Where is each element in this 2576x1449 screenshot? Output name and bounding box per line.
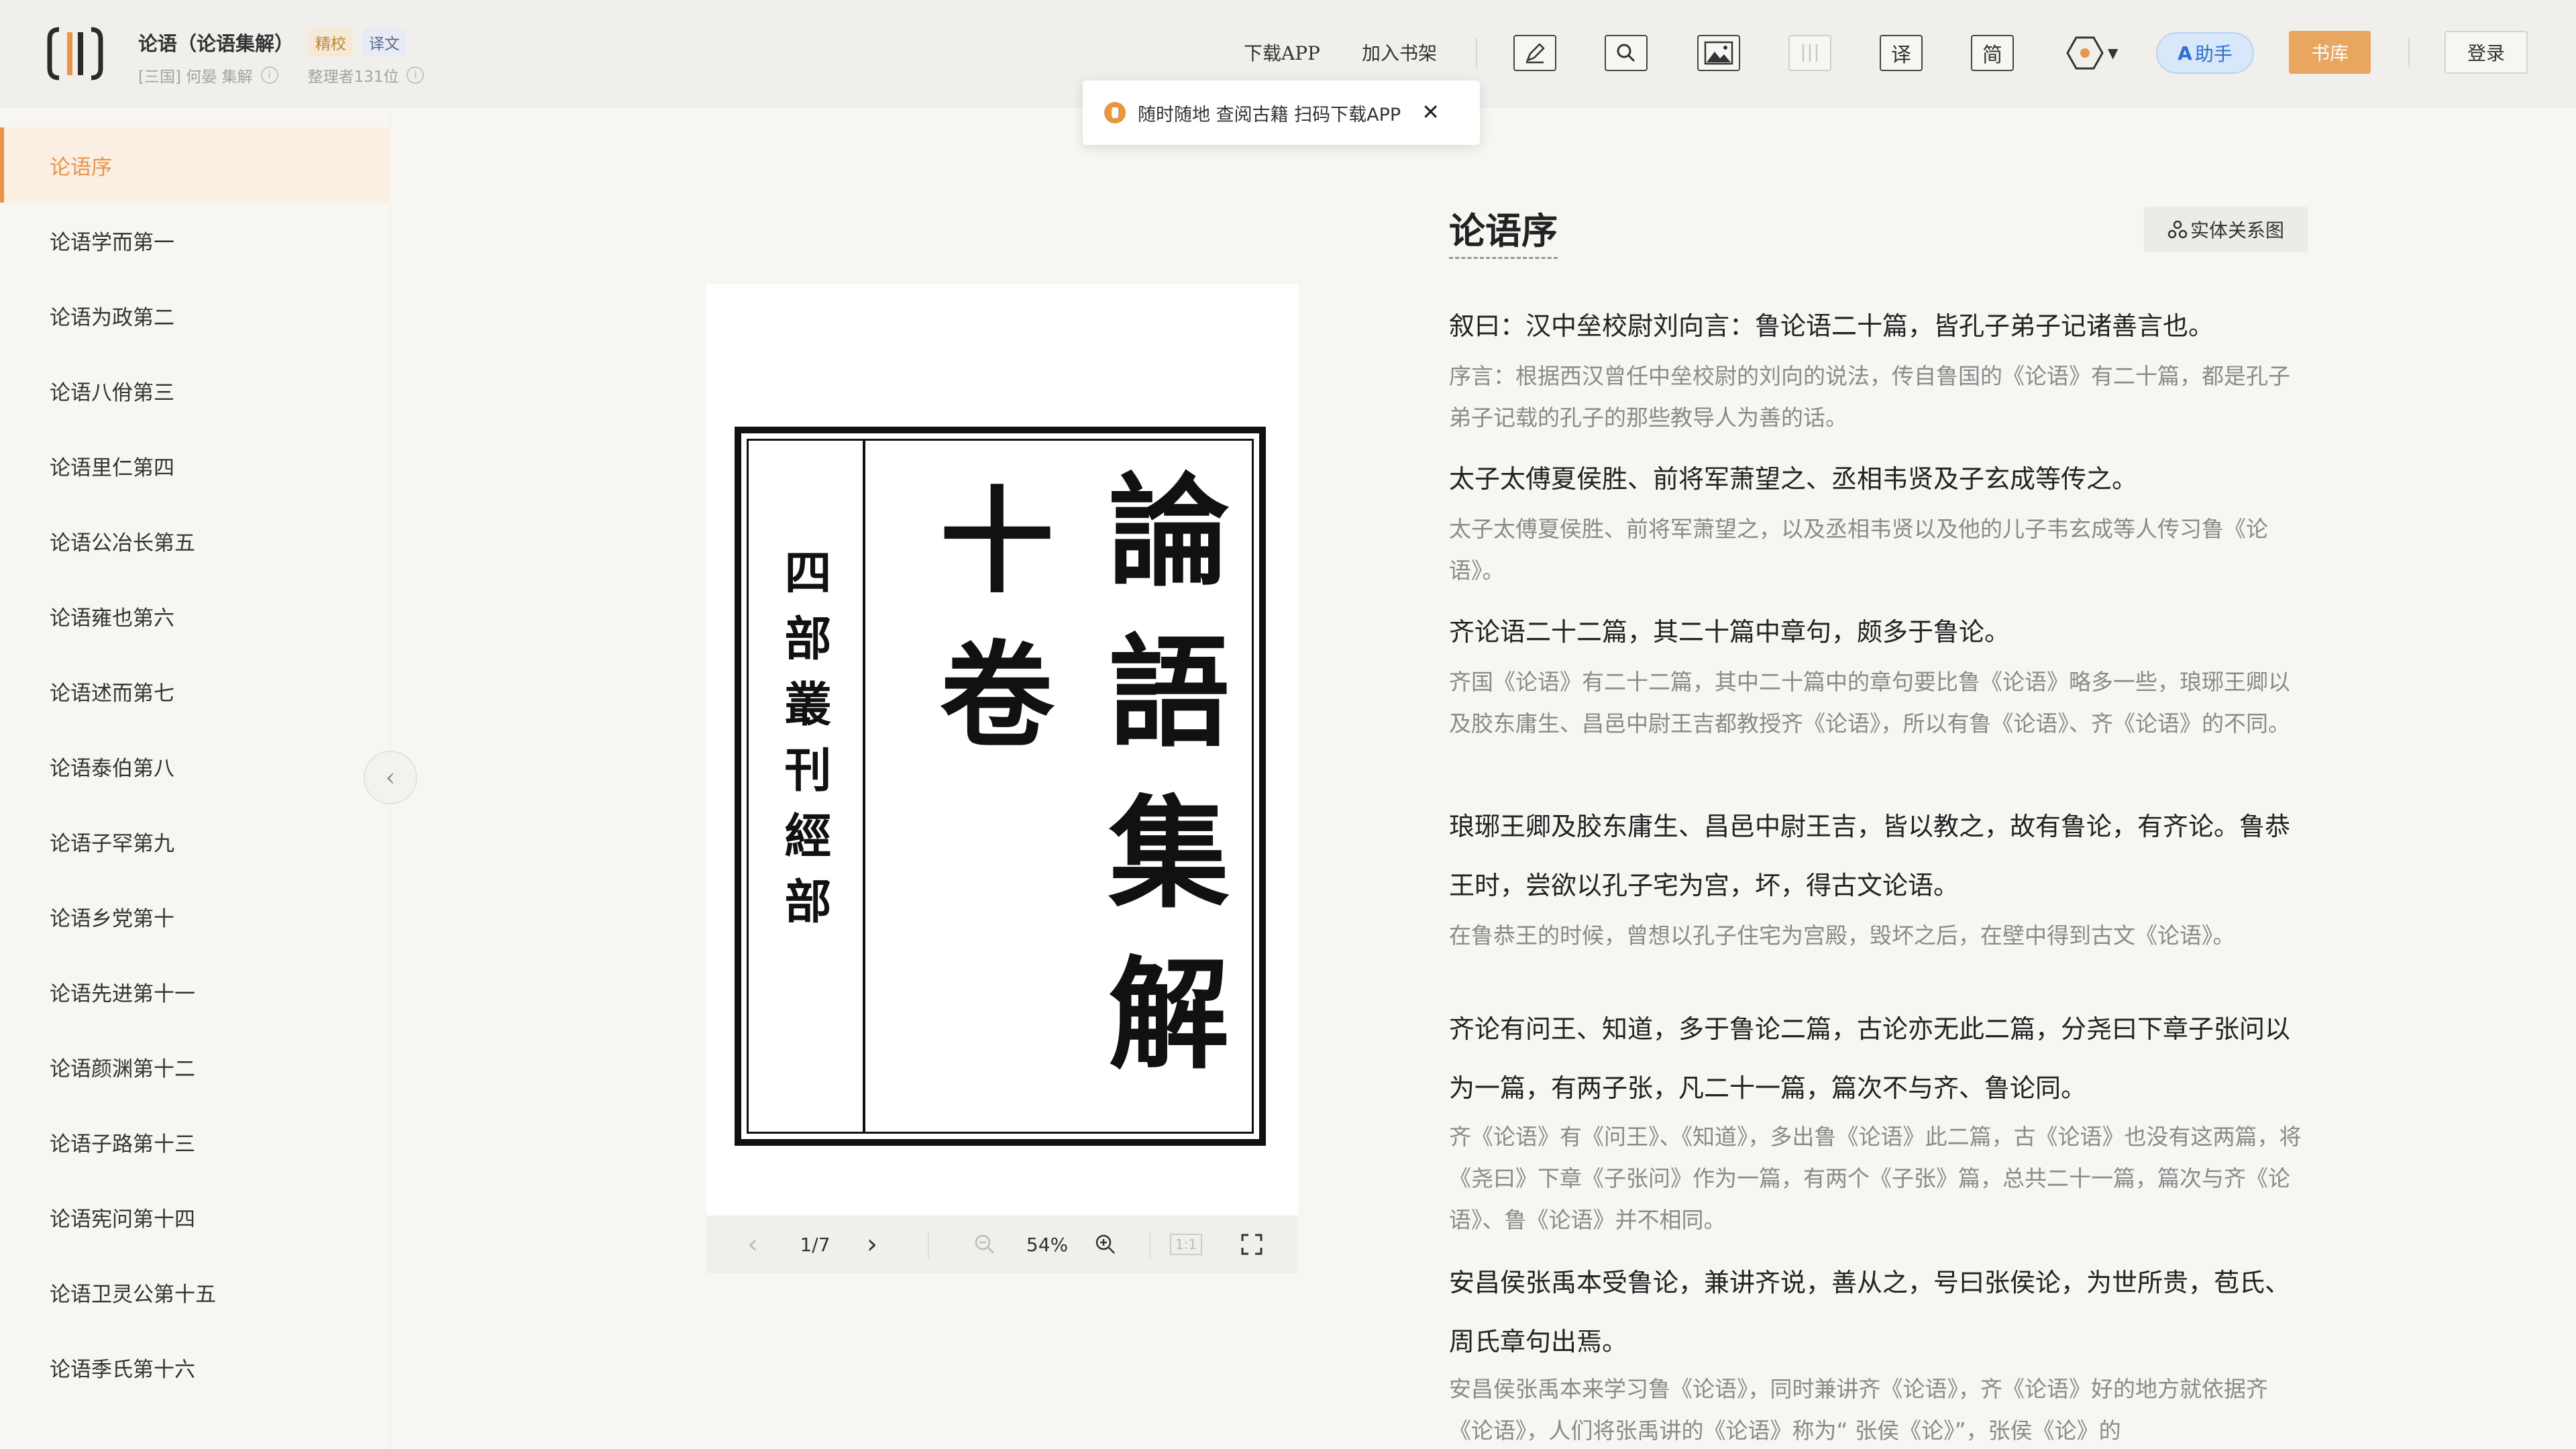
sidebar-item-chapter-11[interactable]: 论语先进第十一 [0, 954, 390, 1029]
assistant-label: 助手 [2194, 43, 2233, 65]
translation-text-2: 太子太傅夏侯胜、前将军萧望之，以及丞相韦贤以及他的儿子韦玄成等人传习鲁《论语》。 [1449, 516, 2268, 584]
translation-text-5: 齐《论语》有《问王》、《知道》，多出鲁《论语》此二篇，古《论语》也没有这两篇，将… [1449, 1124, 2302, 1233]
sidebar-item-chapter-10[interactable]: 论语乡党第十 [0, 879, 390, 954]
sidebar-item-chapter-7[interactable]: 论语述而第七 [0, 653, 390, 729]
site-logo-icon[interactable] [47, 25, 103, 82]
original-text-4[interactable]: 琅琊王卿及胶东庸生、昌邑中尉王吉，皆以教之，故有鲁论，有齐论。鲁恭王时，尝欲以孔… [1449, 797, 2309, 915]
scan-image-viewer[interactable]: 論語集解 十卷 四部叢刊經部 [706, 284, 1298, 1216]
search-button[interactable] [1605, 35, 1648, 71]
book-info: 论语（论语集解） 精校 译文 [三国] 何晏 集解 i 整理者131位 i [138, 27, 453, 89]
download-app-link[interactable]: 下载APP [1244, 39, 1320, 66]
theme-dropdown[interactable]: ▼ [2066, 35, 2121, 71]
editors-info-icon[interactable]: i [407, 66, 425, 84]
graph-icon [2167, 220, 2188, 239]
header-divider [1476, 38, 1477, 67]
book-title: 论语（论语集解） [138, 32, 294, 55]
annotate-pen-button[interactable] [1513, 35, 1556, 71]
app-icon [1104, 102, 1126, 123]
sidebar-item-chapter-15[interactable]: 论语卫灵公第十五 [0, 1254, 390, 1330]
chapter-title: 论语序 [1449, 201, 1558, 259]
prev-page-button[interactable]: ‹ [736, 1228, 769, 1261]
page-indicator: 1/7 [800, 1233, 830, 1256]
author-label: [三国] 何晏 集解 [138, 68, 253, 86]
chapter-sidebar: 论语序 论语学而第一 论语为政第二 论语八佾第三 论语里仁第四 论语公冶长第五 … [0, 108, 390, 1449]
collapse-sidebar-button[interactable]: ‹ [364, 751, 417, 804]
chevron-down-icon: ▼ [2108, 45, 2118, 61]
zoom-level: 54% [1026, 1233, 1069, 1256]
sidebar-item-chapter-3[interactable]: 论语八佾第三 [0, 353, 390, 428]
cover-calligraphy-side: 十卷 [920, 481, 1054, 790]
original-text-3[interactable]: 齐论语二十二篇，其二十篇中章句，颇多于鲁论。 [1449, 602, 2309, 661]
author-info-icon[interactable]: i [260, 66, 278, 84]
chevron-left-icon: ‹ [385, 763, 396, 792]
sidebar-item-chapter-1[interactable]: 论语学而第一 [0, 203, 390, 278]
ai-assistant-button[interactable]: A 助手 [2156, 32, 2254, 74]
ai-icon: A [2178, 42, 2192, 64]
sidebar-item-chapter-12[interactable]: 论语颜渊第十二 [0, 1029, 390, 1104]
sidebar-item-chapter-6[interactable]: 论语雍也第六 [0, 578, 390, 653]
entity-graph-label: 实体关系图 [2190, 219, 2284, 241]
column-view-button[interactable] [1788, 35, 1831, 71]
zoom-in-icon [1095, 1234, 1115, 1254]
columns-icon [1802, 44, 1818, 62]
sidebar-item-preface[interactable]: 论语序 [0, 127, 390, 203]
sidebar-item-chapter-2[interactable]: 论语为政第二 [0, 278, 390, 353]
book-cover-scan: 論語集解 十卷 四部叢刊經部 [735, 427, 1266, 1146]
editors-label: 整理者131位 [307, 68, 399, 86]
fullscreen-icon [1241, 1234, 1263, 1255]
original-text-5[interactable]: 齐论有问王、知道，多于鲁论二篇，古论亦无此二篇，分尧曰下章子张问以为一篇，有两子… [1449, 1000, 2309, 1118]
actual-size-button[interactable]: 1:1 [1163, 1228, 1210, 1261]
download-app-popup: 随时随地 查阅古籍 扫码下载APP ✕ [1083, 80, 1480, 145]
sidebar-item-chapter-16[interactable]: 论语季氏第十六 [0, 1330, 390, 1405]
original-text-6[interactable]: 安昌侯张禹本受鲁论，兼讲齐说，善从之，号曰张侯论，为世所贵，苞氏、周氏章句出焉。 [1449, 1253, 2309, 1371]
header-divider-2 [2408, 38, 2410, 67]
sidebar-item-chapter-4[interactable]: 论语里仁第四 [0, 428, 390, 503]
search-icon [1617, 44, 1635, 62]
badge-proofread: 精校 [309, 28, 354, 56]
translation-text-3: 齐国《论语》有二十二篇，其中二十篇中的章句要比鲁《论语》略多一些，琅琊王卿以及胶… [1449, 669, 2290, 737]
badge-translation: 译文 [362, 28, 407, 56]
actual-size-label: 1:1 [1169, 1234, 1203, 1255]
translation-text-4: 在鲁恭王的时候，曾想以孔子住宅为宫殿，毁坏之后，在壁中得到古文《论语》。 [1449, 922, 2235, 949]
original-text-2[interactable]: 太子太傅夏侯胜、前将军萧望之、丞相韦贤及子玄成等传之。 [1449, 449, 2309, 508]
entity-graph-button[interactable]: 实体关系图 [2144, 207, 2308, 252]
sidebar-item-chapter-13[interactable]: 论语子路第十三 [0, 1104, 390, 1179]
fullscreen-button[interactable] [1235, 1228, 1269, 1261]
sidebar-item-chapter-5[interactable]: 论语公冶长第五 [0, 503, 390, 578]
simplified-chinese-button[interactable]: 简 [1971, 35, 2014, 71]
add-to-shelf-link[interactable]: 加入书架 [1362, 39, 1437, 66]
zoom-out-icon [975, 1234, 994, 1254]
translation-text-1: 序言：根据西汉曾任中垒校尉的刘向的说法，传自鲁国的《论语》有二十篇，都是孔子弟子… [1449, 363, 2290, 431]
translate-button[interactable]: 译 [1880, 35, 1923, 71]
image-icon [1704, 41, 1733, 65]
login-button[interactable]: 登录 [2445, 31, 2528, 74]
popup-text: 随时随地 查阅古籍 扫码下载APP [1138, 104, 1401, 125]
original-text-1[interactable]: 叙曰：汉中垒校尉刘向言：鲁论语二十篇，皆孔子弟子记诸善言也。 [1449, 297, 2309, 356]
close-icon[interactable]: ✕ [1421, 99, 1440, 125]
sidebar-item-chapter-9[interactable]: 论语子罕第九 [0, 804, 390, 879]
image-view-button[interactable] [1697, 35, 1740, 71]
library-button[interactable]: 书库 [2289, 31, 2371, 74]
zoom-out-button[interactable] [968, 1228, 1002, 1261]
next-page-button[interactable]: › [855, 1228, 889, 1261]
cover-calligraphy-main: 論語集解 [1087, 468, 1229, 1112]
sidebar-item-chapter-8[interactable]: 论语泰伯第八 [0, 729, 390, 804]
translation-text-6: 安昌侯张禹本来学习鲁《论语》，同时兼讲齐《论语》，齐《论语》好的地方就依据齐《论… [1449, 1376, 2268, 1444]
hexagon-icon [2066, 36, 2104, 70]
cover-series-label: 四部叢刊經部 [777, 548, 833, 943]
viewer-toolbar: ‹ 1/7 › 54% 1:1 [706, 1216, 1298, 1273]
pen-icon [1525, 43, 1545, 64]
sidebar-item-chapter-14[interactable]: 论语宪问第十四 [0, 1179, 390, 1254]
zoom-in-button[interactable] [1089, 1228, 1122, 1261]
